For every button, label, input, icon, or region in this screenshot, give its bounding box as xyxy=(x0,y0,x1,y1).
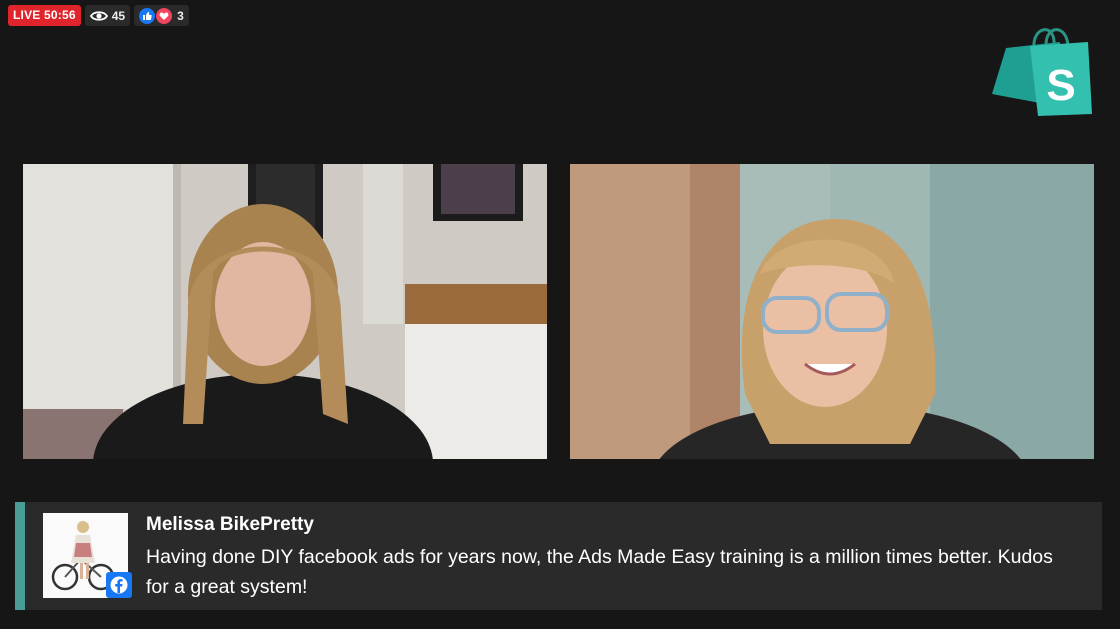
love-icon xyxy=(155,6,174,25)
reaction-count: 3 xyxy=(177,8,184,23)
viewer-counter: 45 xyxy=(84,5,131,26)
live-badge: LIVE 50:56 xyxy=(8,5,81,26)
stream-stage: LIVE 50:56 45 3 S Melissa BikePretty Hav… xyxy=(0,0,1120,629)
logo-letter: S xyxy=(1046,61,1075,110)
comment-author: Melissa BikePretty xyxy=(146,514,314,535)
host-video-panel xyxy=(23,164,547,459)
comment-body: Having done DIY facebook ads for years n… xyxy=(146,546,1053,598)
guest-video-panel xyxy=(570,164,1094,459)
featured-comment-banner: Melissa BikePretty Having done DIY faceb… xyxy=(15,502,1102,610)
facebook-icon xyxy=(106,572,132,598)
commenter-avatar xyxy=(43,513,132,598)
host-video-frame xyxy=(23,164,547,459)
eye-icon xyxy=(89,10,108,21)
comment-accent-bar xyxy=(15,502,25,610)
guest-video-frame xyxy=(570,164,1094,459)
viewer-count: 45 xyxy=(111,8,126,23)
comment-content: Melissa BikePretty Having done DIY faceb… xyxy=(146,514,1066,610)
live-status-bar: LIVE 50:56 45 3 xyxy=(8,5,189,26)
shopify-bag-logo: S xyxy=(992,28,1092,116)
like-icon xyxy=(139,7,156,24)
reaction-counter: 3 xyxy=(134,5,189,26)
